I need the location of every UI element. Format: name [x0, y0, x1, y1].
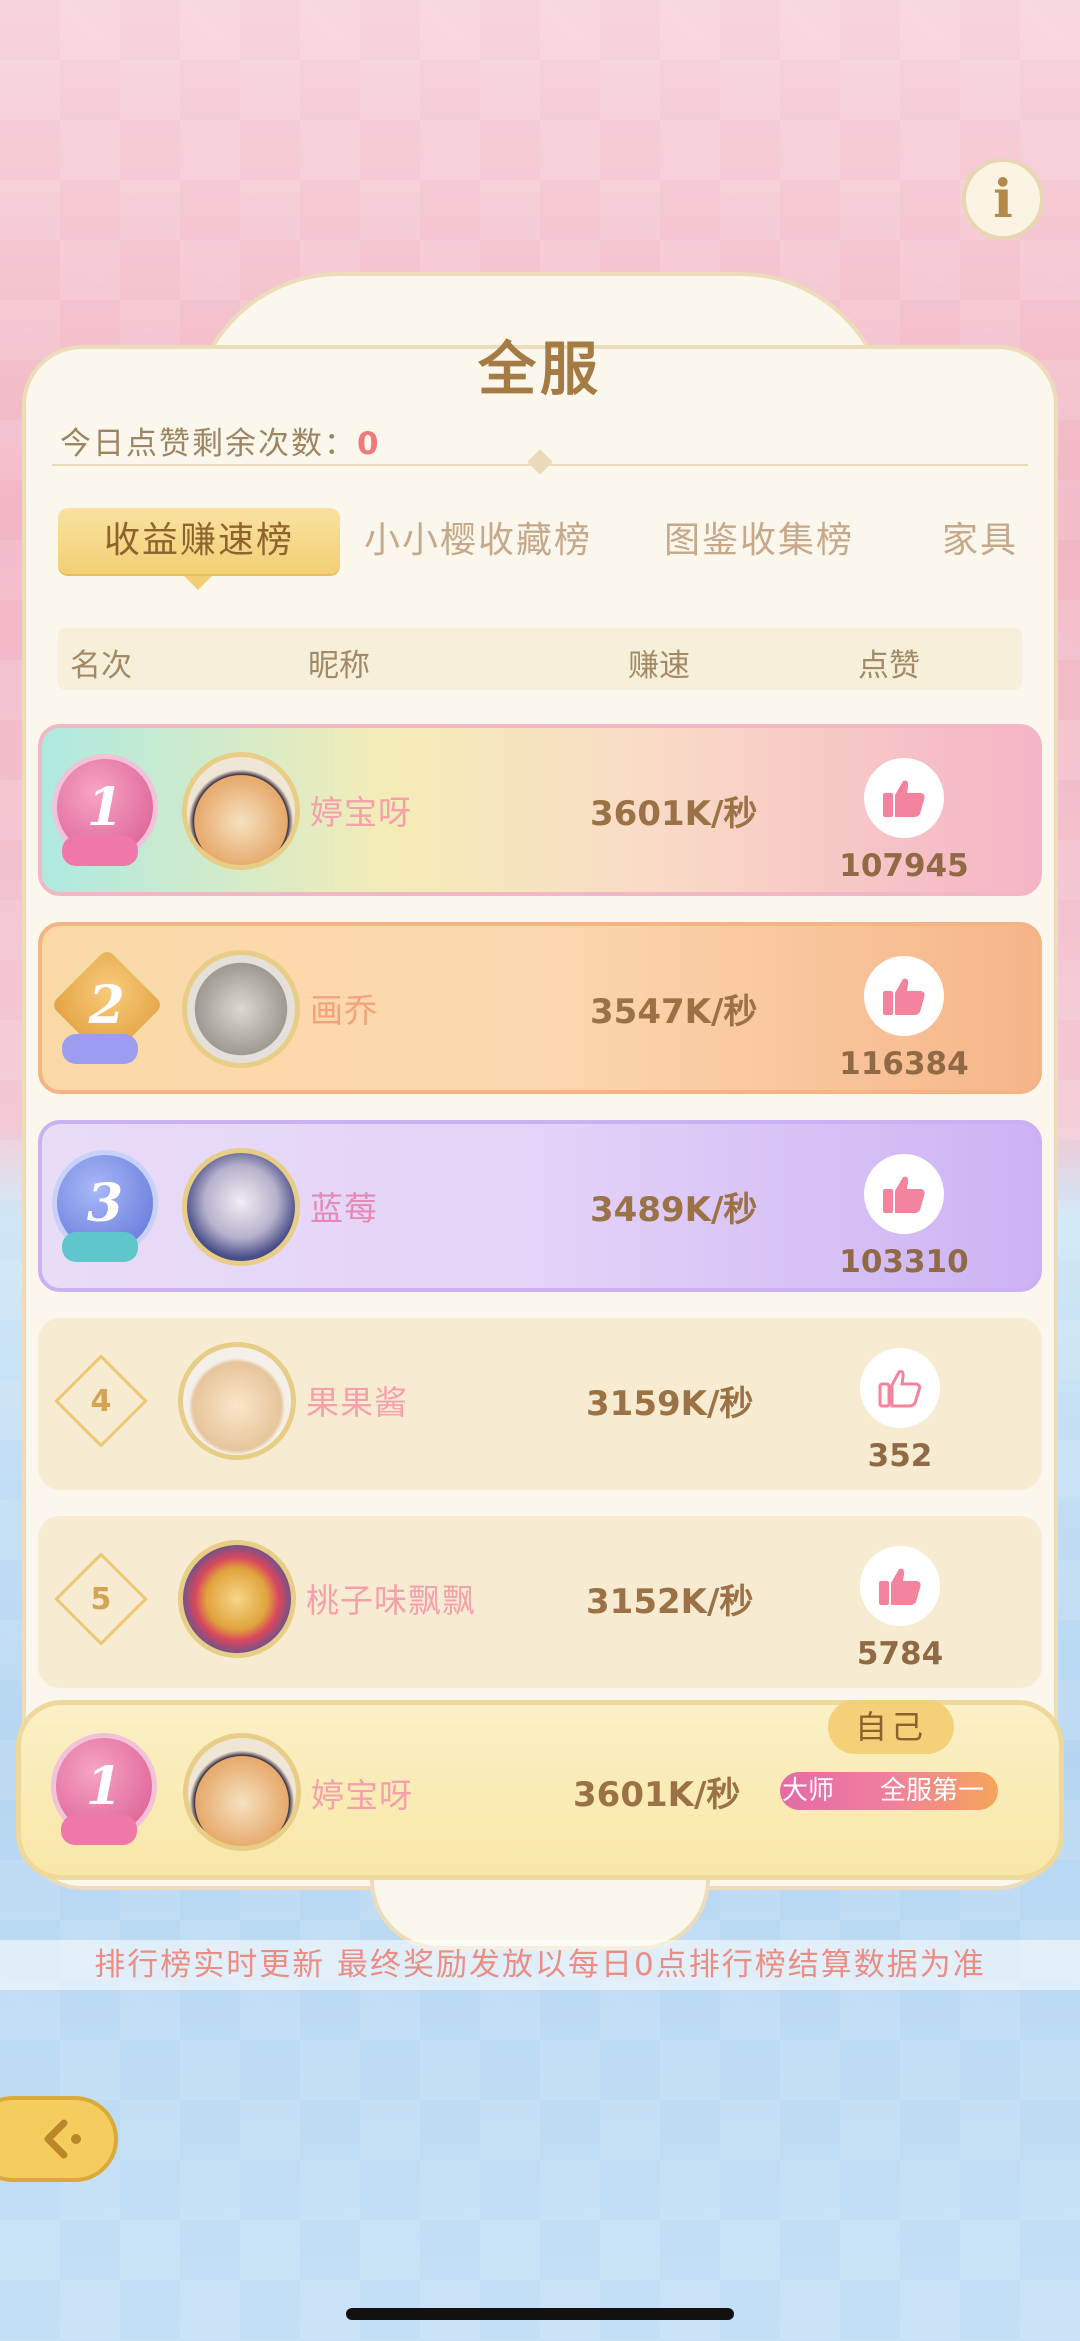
- earning-speed: 3547K/秒: [590, 992, 758, 1032]
- avatar[interactable]: [182, 1148, 300, 1266]
- rank-badge: 5: [54, 1552, 148, 1646]
- medal-ribbon: [62, 1034, 138, 1064]
- like-count: 103310: [839, 1244, 969, 1280]
- title-badge-right: 全服第一: [880, 1776, 985, 1806]
- nickname[interactable]: 婷宝呀: [310, 786, 412, 834]
- header-nickname: 昵称: [308, 648, 370, 684]
- header-likes: 点赞: [858, 648, 920, 684]
- like-button[interactable]: [860, 1546, 940, 1626]
- like-button[interactable]: [860, 1348, 940, 1428]
- info-icon[interactable]: i: [962, 158, 1044, 240]
- tab-earnings-speed[interactable]: 收益赚速榜: [58, 508, 340, 574]
- avatar[interactable]: [182, 752, 300, 870]
- tab-codex-collection[interactable]: 图鉴收集榜: [664, 508, 854, 574]
- like-button[interactable]: [864, 956, 944, 1036]
- earning-speed: 3489K/秒: [590, 1190, 758, 1230]
- like-count: 107945: [839, 848, 969, 884]
- home-indicator[interactable]: [346, 2308, 734, 2320]
- title-badge-left: 大师: [782, 1776, 835, 1806]
- table-row[interactable]: 3 蓝莓 3489K/秒 103310: [38, 1120, 1042, 1292]
- back-arrow-icon: [44, 2119, 81, 2159]
- table-row[interactable]: 2 画乔 3547K/秒 116384: [38, 922, 1042, 1094]
- likes-remaining: 今日点赞剩余次数：0: [60, 418, 381, 463]
- thumbs-up-icon: [879, 1568, 921, 1605]
- table-row[interactable]: 5 桃子味飘飘 3152K/秒 5784: [38, 1516, 1042, 1688]
- page-title: 全服: [477, 335, 602, 403]
- tab-bar: 收益赚速榜 小小樱收藏榜 图鉴收集榜 家具收: [58, 508, 1030, 578]
- earning-speed: 3601K/秒: [590, 794, 758, 834]
- earning-speed: 3601K/秒: [573, 1775, 741, 1815]
- nickname[interactable]: 蓝莓: [310, 1182, 378, 1230]
- medal-ribbon: [62, 836, 138, 866]
- avatar[interactable]: [182, 950, 300, 1068]
- earning-speed: 3159K/秒: [586, 1384, 754, 1424]
- title-badge[interactable]: 大师 全服第一: [780, 1772, 998, 1810]
- like-button[interactable]: [864, 1154, 944, 1234]
- likes-remaining-value: 0: [357, 426, 381, 462]
- earning-speed: 3152K/秒: [586, 1582, 754, 1622]
- self-tag: 自己: [828, 1700, 954, 1754]
- nickname[interactable]: 桃子味飘飘: [306, 1574, 476, 1622]
- table-row[interactable]: 1 婷宝呀 3601K/秒 107945: [38, 724, 1042, 896]
- back-button[interactable]: [0, 2096, 118, 2182]
- tab-sakura-collection[interactable]: 小小樱收藏榜: [364, 508, 592, 574]
- header-rank: 名次: [70, 648, 132, 684]
- avatar[interactable]: [178, 1540, 296, 1658]
- avatar[interactable]: [178, 1342, 296, 1460]
- thumbs-up-icon: [883, 978, 925, 1015]
- thumbs-up-icon: [883, 1176, 925, 1213]
- thumbs-up-icon: [883, 780, 925, 817]
- like-button[interactable]: [864, 758, 944, 838]
- nickname: 婷宝呀: [311, 1776, 413, 1815]
- like-count: 116384: [839, 1046, 969, 1082]
- thumbs-up-outline-icon: [878, 1370, 922, 1408]
- avatar[interactable]: [183, 1733, 301, 1851]
- tab-furniture[interactable]: 家具收: [942, 508, 1030, 574]
- like-count: 352: [867, 1438, 933, 1474]
- like-count: 5784: [856, 1636, 944, 1672]
- header-speed: 赚速: [628, 648, 690, 684]
- medal-ribbon: [62, 1232, 138, 1262]
- table-header: 名次 昵称 赚速 点赞: [58, 628, 1022, 690]
- nickname[interactable]: 画乔: [310, 984, 378, 1032]
- notice-text: 排行榜实时更新 最终奖励发放以每日0点排行榜结算数据为准: [0, 1940, 1080, 1990]
- rank-badge: 4: [54, 1354, 148, 1448]
- medal-ribbon: [61, 1815, 137, 1845]
- likes-remaining-label: 今日点赞剩余次数：: [60, 426, 357, 462]
- table-row[interactable]: 4 果果酱 3159K/秒 352: [38, 1318, 1042, 1490]
- nickname[interactable]: 果果酱: [306, 1376, 408, 1424]
- active-tab-pointer: [184, 576, 212, 590]
